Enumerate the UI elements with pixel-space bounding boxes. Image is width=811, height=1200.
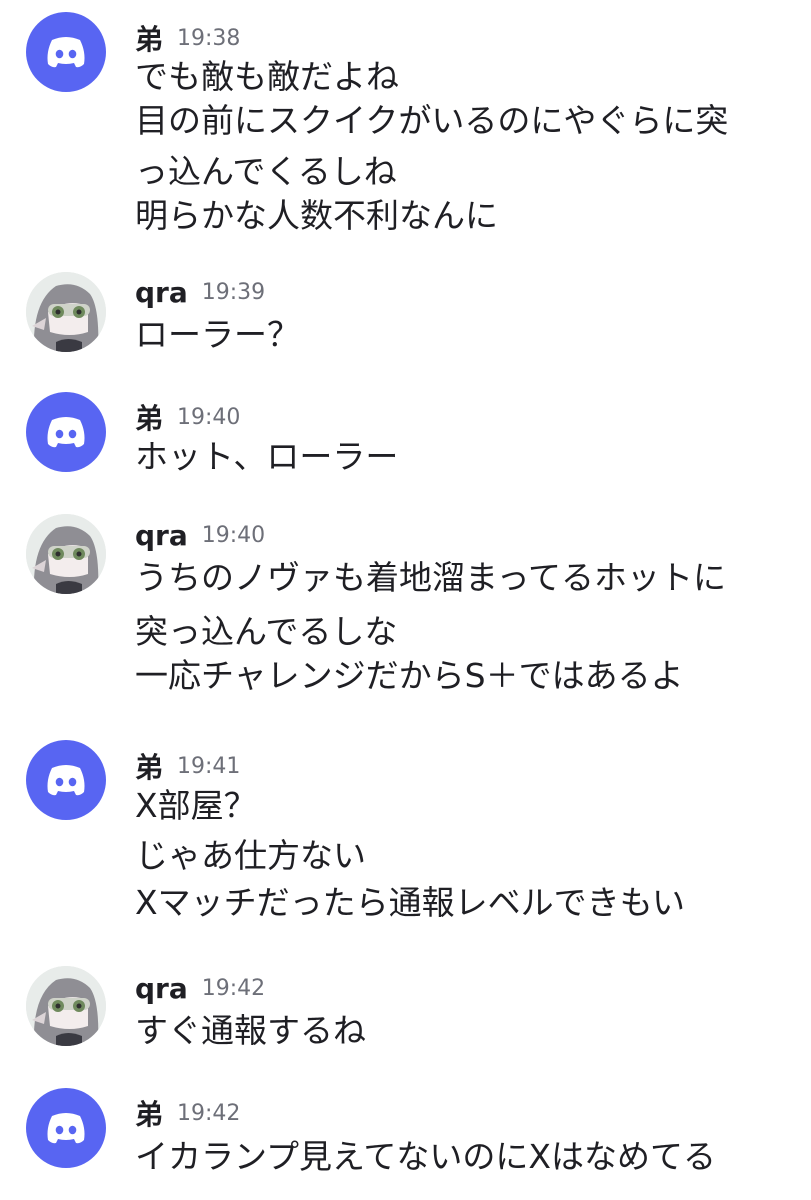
author-name[interactable]: 弟 bbox=[135, 1098, 163, 1131]
message-line: X部屋？ bbox=[135, 786, 257, 825]
message-header: 弟 19:41 bbox=[135, 746, 240, 786]
discord-avatar-icon[interactable] bbox=[26, 392, 106, 472]
timestamp: 19:40 bbox=[201, 523, 266, 548]
author-name[interactable]: qra bbox=[135, 276, 188, 309]
message-line: Xマッチだったら通報レベルできもい bbox=[135, 883, 685, 922]
discord-avatar-icon[interactable] bbox=[26, 1088, 106, 1168]
message-header: 弟 19:38 bbox=[135, 18, 240, 58]
message-line: でも敵も敵だよね bbox=[135, 57, 399, 96]
message-header: qra 19:39 bbox=[135, 276, 265, 316]
timestamp: 19:42 bbox=[201, 976, 266, 1001]
message-line: 明らかな人数不利なんに bbox=[135, 196, 498, 235]
author-name[interactable]: 弟 bbox=[135, 751, 163, 784]
author-name[interactable]: 弟 bbox=[135, 23, 163, 56]
message-line: うちのノヴァも着地溜まってるホットに bbox=[135, 558, 727, 597]
message-line: ローラー？ bbox=[135, 315, 300, 354]
timestamp: 19:41 bbox=[177, 753, 241, 779]
discord-avatar-icon[interactable] bbox=[26, 740, 106, 820]
chat-log: 弟 19:38 でも敵も敵だよね 目の前にスクイクがいるのにやぐらに突 っ込んでく… bbox=[0, 0, 811, 1200]
squid-avatar-icon[interactable] bbox=[26, 966, 106, 1046]
message-line: 一応チャレンジだからS＋ではあるよ bbox=[135, 656, 684, 695]
author-name[interactable]: 弟 bbox=[135, 402, 163, 435]
message-header: qra 19:42 bbox=[135, 972, 265, 1012]
squid-avatar-icon[interactable] bbox=[26, 272, 106, 352]
timestamp: 19:40 bbox=[177, 404, 241, 430]
discord-avatar-icon[interactable] bbox=[26, 12, 106, 92]
author-name[interactable]: qra bbox=[135, 519, 188, 552]
squid-avatar-icon[interactable] bbox=[26, 514, 106, 594]
message-header: qra 19:40 bbox=[135, 519, 265, 559]
message-line: ホット、ローラー bbox=[135, 437, 399, 476]
message-line: 突っ込んでるしな bbox=[135, 612, 398, 651]
timestamp: 19:42 bbox=[177, 1100, 241, 1126]
message-line: イカランプ見えてないのにXはなめてる bbox=[135, 1137, 716, 1176]
author-name[interactable]: qra bbox=[135, 972, 188, 1005]
message-line: じゃあ仕方ない bbox=[135, 836, 366, 875]
timestamp: 19:38 bbox=[177, 25, 241, 51]
timestamp: 19:39 bbox=[201, 280, 266, 305]
message-header: 弟 19:40 bbox=[135, 397, 240, 437]
message-header: 弟 19:42 bbox=[135, 1093, 240, 1133]
message-line: 目の前にスクイクがいるのにやぐらに突 bbox=[135, 101, 729, 140]
message-line: っ込んでくるしね bbox=[135, 152, 397, 191]
message-line: すぐ通報するね bbox=[135, 1011, 366, 1050]
